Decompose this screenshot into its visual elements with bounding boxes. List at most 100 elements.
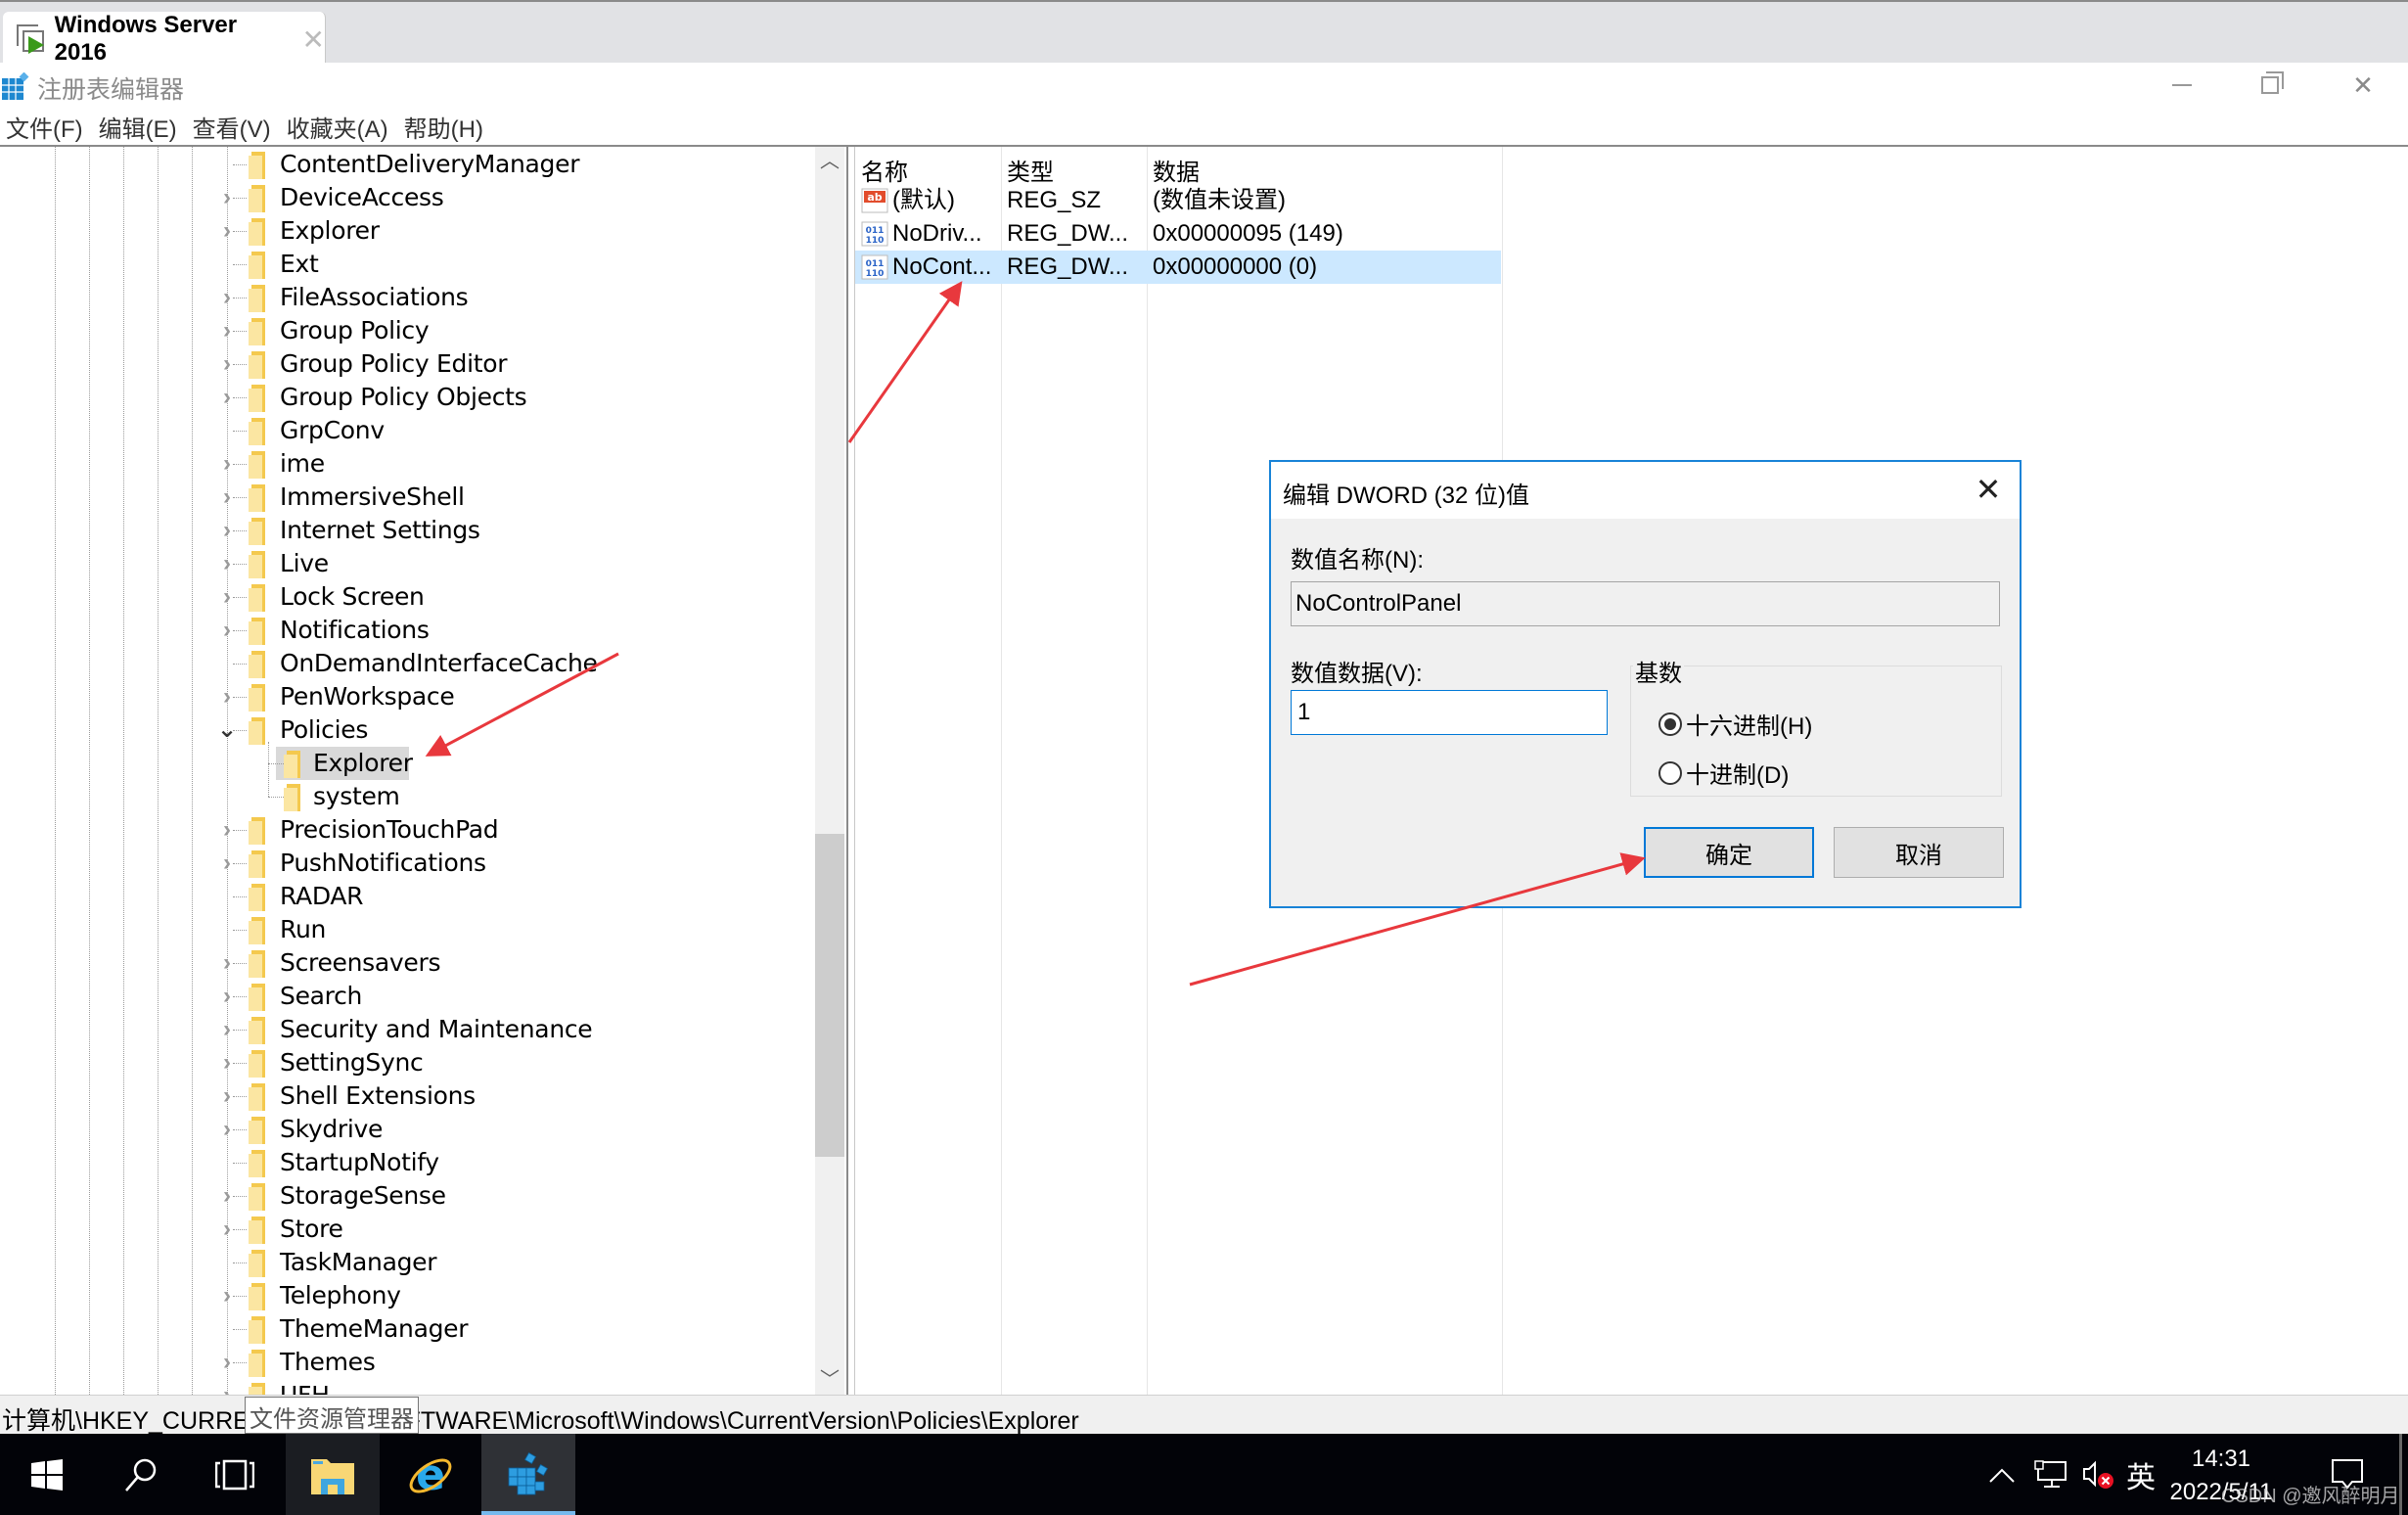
tree-connector <box>233 1063 247 1064</box>
file-explorer-icon <box>311 1458 354 1494</box>
list-row[interactable]: 011 110 NoDriv... REG_DW... 0x00000095 (149) <box>855 217 1501 251</box>
volume-button[interactable] <box>2076 1434 2119 1515</box>
list-row[interactable]: 011 110 NoCont... REG_DW... 0x00000000 (0) <box>855 251 1501 284</box>
minimize-button[interactable] <box>2138 63 2226 108</box>
menu-view[interactable]: 查看(V) <box>187 110 281 144</box>
tree-connector <box>233 264 247 265</box>
registry-tree[interactable]: ContentDeliveryManager › DeviceAccess › Expl… <box>0 147 843 1395</box>
tree-connector <box>233 198 247 199</box>
radio-decimal[interactable]: 十进制(D) <box>1658 756 1789 790</box>
restore-button[interactable] <box>2226 63 2314 108</box>
radio-unchecked-icon[interactable] <box>1658 760 1682 785</box>
tree-item[interactable]: › FileAssociations <box>0 281 812 314</box>
tree-item-label: Themes <box>280 1348 376 1376</box>
folder-icon <box>249 1117 268 1144</box>
tree-item[interactable]: OnDemandInterfaceCache <box>0 647 812 680</box>
tree-item[interactable]: GrpConv <box>0 414 812 447</box>
registry-editor-taskbar-button[interactable] <box>481 1434 575 1515</box>
value-name-label: 数值名称(N): <box>1291 547 1424 574</box>
folder-icon <box>249 185 268 212</box>
internet-explorer-button[interactable]: e <box>384 1434 477 1515</box>
tree-item[interactable]: › ImmersiveShell <box>0 481 812 514</box>
tree-connector <box>233 597 247 598</box>
value-data-input[interactable]: 1 <box>1291 690 1608 735</box>
tree-item[interactable]: › Shell Extensions <box>0 1079 812 1113</box>
column-header-type[interactable]: 类型 <box>1007 153 1054 187</box>
tree-item[interactable]: › Group Policy Objects <box>0 381 812 414</box>
watermark: CSDN @邀风醉明月 <box>2221 1486 2400 1507</box>
menu-edit[interactable]: 编辑(E) <box>93 110 187 144</box>
column-divider[interactable] <box>1147 147 1148 1395</box>
folder-icon <box>249 984 268 1011</box>
tree-item[interactable]: Ext <box>0 248 812 281</box>
scrollbar-thumb[interactable] <box>815 834 844 1157</box>
tree-item[interactable]: › Lock Screen <box>0 580 812 614</box>
column-header-name[interactable]: 名称 <box>861 153 908 187</box>
tree-item-label: Store <box>280 1215 343 1243</box>
menu-file[interactable]: 文件(F) <box>0 110 93 144</box>
tree-item[interactable]: › Notifications <box>0 614 812 647</box>
menu-help[interactable]: 帮助(H) <box>398 110 493 144</box>
close-button[interactable]: ✕ <box>2319 63 2407 108</box>
tree-item[interactable]: › Security and Maintenance <box>0 1013 812 1046</box>
vm-tab-close-icon[interactable]: ✕ <box>302 23 325 56</box>
registry-editor-icon <box>508 1451 549 1494</box>
vm-tab[interactable]: Windows Server 2016 ✕ <box>3 12 326 67</box>
taskbar-tooltip: 文件资源管理器 <box>245 1397 419 1434</box>
tree-item[interactable]: RADAR <box>0 880 812 913</box>
tree-item[interactable]: › DeviceAccess <box>0 181 812 214</box>
file-explorer-button[interactable] <box>286 1434 380 1515</box>
column-divider[interactable] <box>1001 147 1002 1395</box>
folder-icon <box>249 1250 268 1277</box>
tree-item[interactable]: › Group Policy Editor <box>0 347 812 381</box>
tree-item[interactable]: › Search <box>0 980 812 1013</box>
tree-item[interactable]: › Store <box>0 1213 812 1246</box>
tree-item[interactable]: › UFH <box>0 1379 812 1395</box>
tree-item[interactable]: › Telephony <box>0 1279 812 1312</box>
tree-item[interactable]: › StorageSense <box>0 1179 812 1213</box>
tree-item[interactable]: › Explorer <box>0 214 812 248</box>
tree-item-label: PushNotifications <box>280 849 486 877</box>
tree-connector <box>233 364 247 365</box>
tree-item[interactable]: › SettingSync <box>0 1046 812 1079</box>
search-button[interactable] <box>94 1434 188 1515</box>
ok-button[interactable]: 确定 <box>1644 827 1814 878</box>
task-view-button[interactable] <box>188 1434 282 1515</box>
tree-scrollbar[interactable]: ︿ ﹀ <box>815 147 844 1395</box>
dialog-close-icon[interactable]: ✕ <box>1969 470 2008 509</box>
tree-connector <box>233 397 247 398</box>
tree-item[interactable]: ThemeManager <box>0 1312 812 1346</box>
tree-item[interactable]: StartupNotify <box>0 1146 812 1179</box>
tree-item[interactable]: › Live <box>0 547 812 580</box>
tree-item[interactable]: › Group Policy <box>0 314 812 347</box>
pane-splitter[interactable] <box>846 147 855 1395</box>
show-hidden-icons-button[interactable] <box>1982 1434 2022 1515</box>
tree-item[interactable]: › PrecisionTouchPad <box>0 813 812 847</box>
tree-item[interactable]: ⌄ Policies <box>0 713 812 747</box>
scroll-down-icon[interactable]: ﹀ <box>815 1365 844 1395</box>
tree-item[interactable]: Explorer <box>0 747 812 780</box>
tree-item[interactable]: Run <box>0 913 812 946</box>
cancel-button[interactable]: 取消 <box>1834 827 2004 878</box>
radio-hexadecimal[interactable]: 十六进制(H) <box>1658 707 1812 741</box>
tree-item[interactable]: › Internet Settings <box>0 514 812 547</box>
tree-item[interactable]: system <box>0 780 812 813</box>
network-button[interactable] <box>2029 1434 2072 1515</box>
tree-item[interactable]: › ime <box>0 447 812 481</box>
menu-bar: 文件(F) 编辑(E) 查看(V) 收藏夹(A) 帮助(H) <box>0 108 2408 147</box>
radio-checked-icon[interactable] <box>1658 712 1682 736</box>
tree-item[interactable]: ContentDeliveryManager <box>0 148 812 181</box>
scroll-up-icon[interactable]: ︿ <box>815 147 844 176</box>
tree-item[interactable]: › PenWorkspace <box>0 680 812 713</box>
tree-item[interactable]: › Themes <box>0 1346 812 1379</box>
chevron-right-icon[interactable]: › <box>215 1381 239 1395</box>
tree-item[interactable]: › Skydrive <box>0 1113 812 1146</box>
menu-favorites[interactable]: 收藏夹(A) <box>281 110 398 144</box>
list-row[interactable]: ab (默认) REG_SZ (数值未设置) <box>855 184 1501 217</box>
column-header-data[interactable]: 数据 <box>1153 153 1200 187</box>
start-button[interactable] <box>0 1434 94 1515</box>
virtual-machine-icon <box>17 24 45 54</box>
tree-item[interactable]: › Screensavers <box>0 946 812 980</box>
tree-item[interactable]: › PushNotifications <box>0 847 812 880</box>
tree-item[interactable]: TaskManager <box>0 1246 812 1279</box>
